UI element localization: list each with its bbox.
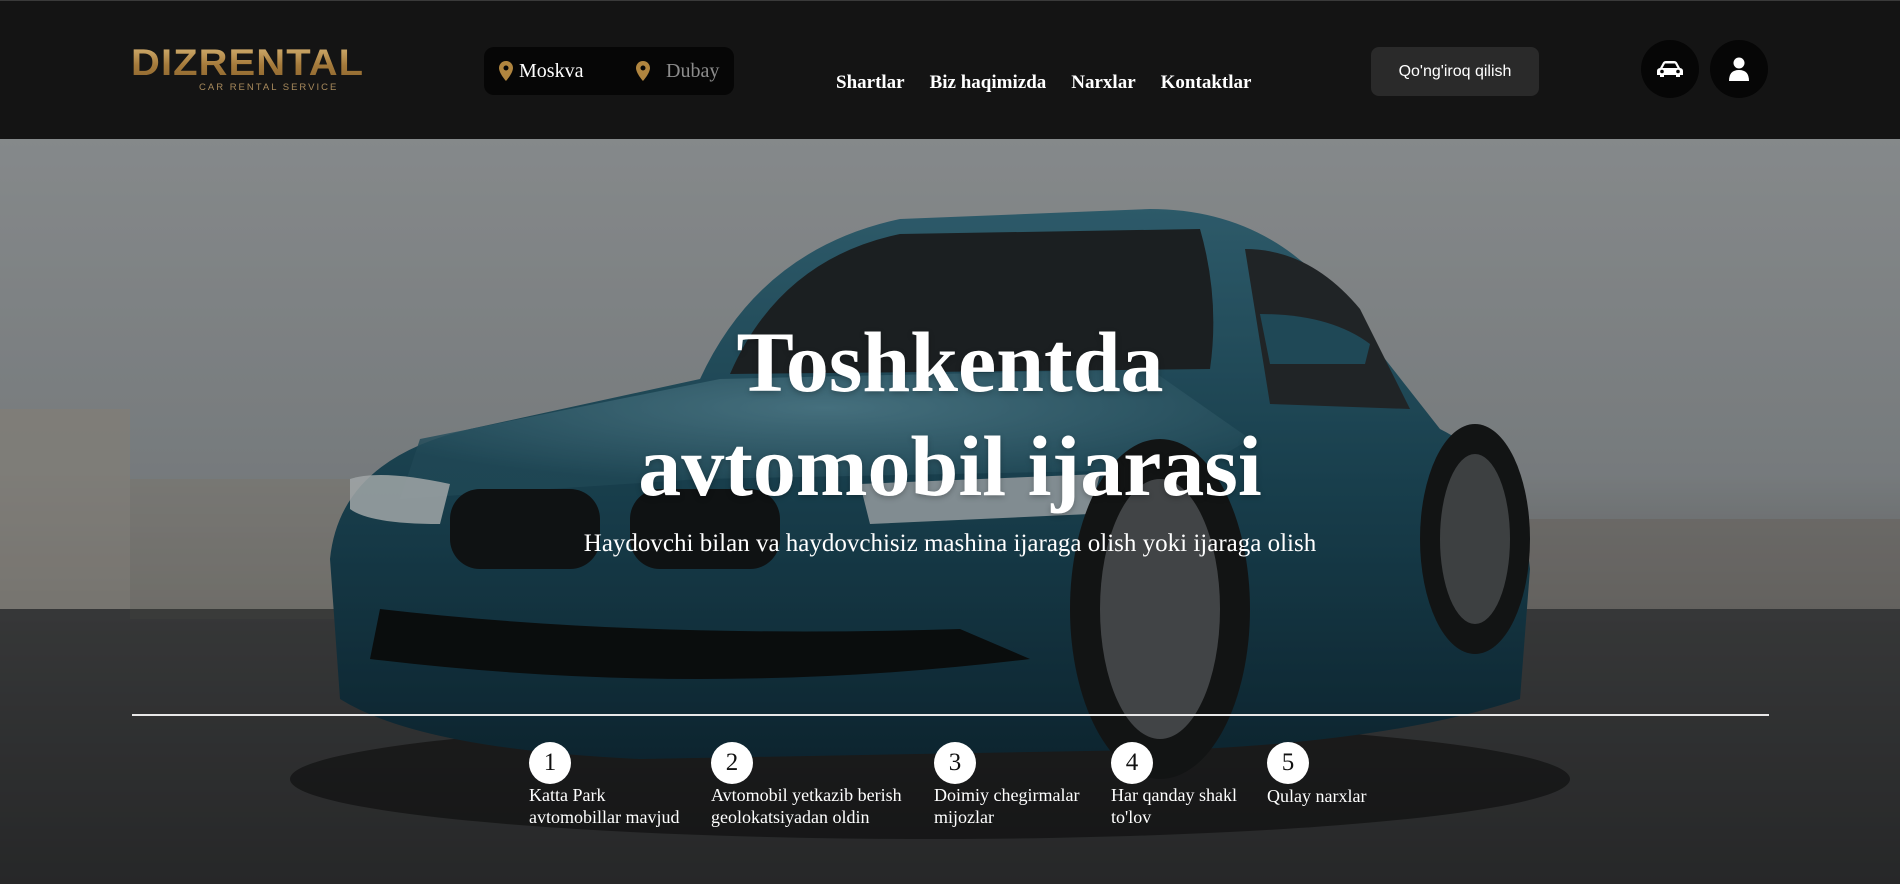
city-option-dubay[interactable]: Dubay: [636, 47, 719, 95]
hero-subtitle: Haydovchi bilan va haydovchisiz mashina …: [583, 530, 1317, 557]
logo-tagline: CAR RENTAL SERVICE: [199, 82, 339, 93]
feature-line-2: geolokatsiyadan oldin: [711, 807, 870, 827]
feature-line-1: Har qanday shakl: [1111, 785, 1237, 805]
city-label: Moskva: [519, 60, 584, 82]
cars-button[interactable]: [1641, 40, 1699, 98]
map-pin-icon: [499, 61, 513, 81]
feature-item: 5 Qulay narxlar: [1267, 742, 1366, 807]
account-button[interactable]: [1710, 40, 1768, 98]
feature-number-badge: 2: [711, 742, 753, 784]
hero-divider: [132, 714, 1769, 716]
nav-link-biz-haqimizda[interactable]: Biz haqimizda: [930, 71, 1047, 95]
main-nav: Shartlar Biz haqimizda Narxlar Kontaktla…: [836, 71, 1251, 95]
nav-link-kontaktlar[interactable]: Kontaktlar: [1161, 71, 1252, 95]
feature-line-2: mijozlar: [934, 807, 994, 827]
nav-link-narxlar[interactable]: Narxlar: [1071, 71, 1135, 95]
nav-link-shartlar[interactable]: Shartlar: [836, 71, 905, 95]
hero-title-line-1: Toshkentda: [736, 314, 1164, 410]
feature-item: 1 Katta Park avtomobillar mavjud: [529, 742, 679, 828]
feature-text: Qulay narxlar: [1267, 785, 1366, 807]
feature-text: Har qanday shakl to'lov: [1111, 784, 1237, 828]
feature-item: 3 Doimiy chegirmalar mijozlar: [934, 742, 1079, 828]
feature-line-2: avtomobillar mavjud: [529, 807, 680, 827]
hero-section: Toshkentda avtomobil ijarasi Haydovchi b…: [0, 139, 1900, 884]
feature-item: 2 Avtomobil yetkazib berish geolokatsiya…: [711, 742, 902, 828]
car-icon: [1657, 61, 1683, 77]
city-label: Dubay: [666, 60, 720, 82]
feature-line-2: to'lov: [1111, 807, 1152, 827]
feature-line-1: Avtomobil yetkazib berish: [711, 785, 902, 805]
feature-number-badge: 4: [1111, 742, 1153, 784]
logo[interactable]: DIZRENTAL CAR RENTAL SERVICE: [131, 42, 383, 94]
feature-text: Katta Park avtomobillar mavjud: [529, 784, 679, 828]
site-header: DIZRENTAL CAR RENTAL SERVICE Moskva Duba…: [0, 0, 1900, 139]
hero-title: Toshkentda avtomobil ijarasi: [450, 310, 1450, 518]
feature-number-badge: 5: [1267, 742, 1309, 784]
city-switch: Moskva Dubay: [484, 47, 734, 95]
feature-line-1: Katta Park: [529, 785, 606, 805]
feature-line-1: Doimiy chegirmalar: [934, 785, 1080, 805]
city-option-moskva[interactable]: Moskva: [499, 47, 583, 95]
user-icon: [1729, 57, 1749, 81]
feature-number-badge: 1: [529, 742, 571, 784]
feature-item: 4 Har qanday shakl to'lov: [1111, 742, 1237, 828]
logo-wordmark: DIZRENTAL: [131, 42, 365, 83]
feature-line-1: Qulay narxlar: [1267, 786, 1367, 806]
feature-number-badge: 3: [934, 742, 976, 784]
call-button[interactable]: Qo'ng'iroq qilish: [1371, 47, 1539, 96]
hero-title-line-2: avtomobil ijarasi: [638, 418, 1262, 514]
feature-text: Doimiy chegirmalar mijozlar: [934, 784, 1079, 828]
feature-text: Avtomobil yetkazib berish geolokatsiyada…: [711, 784, 902, 828]
map-pin-icon: [636, 61, 650, 81]
